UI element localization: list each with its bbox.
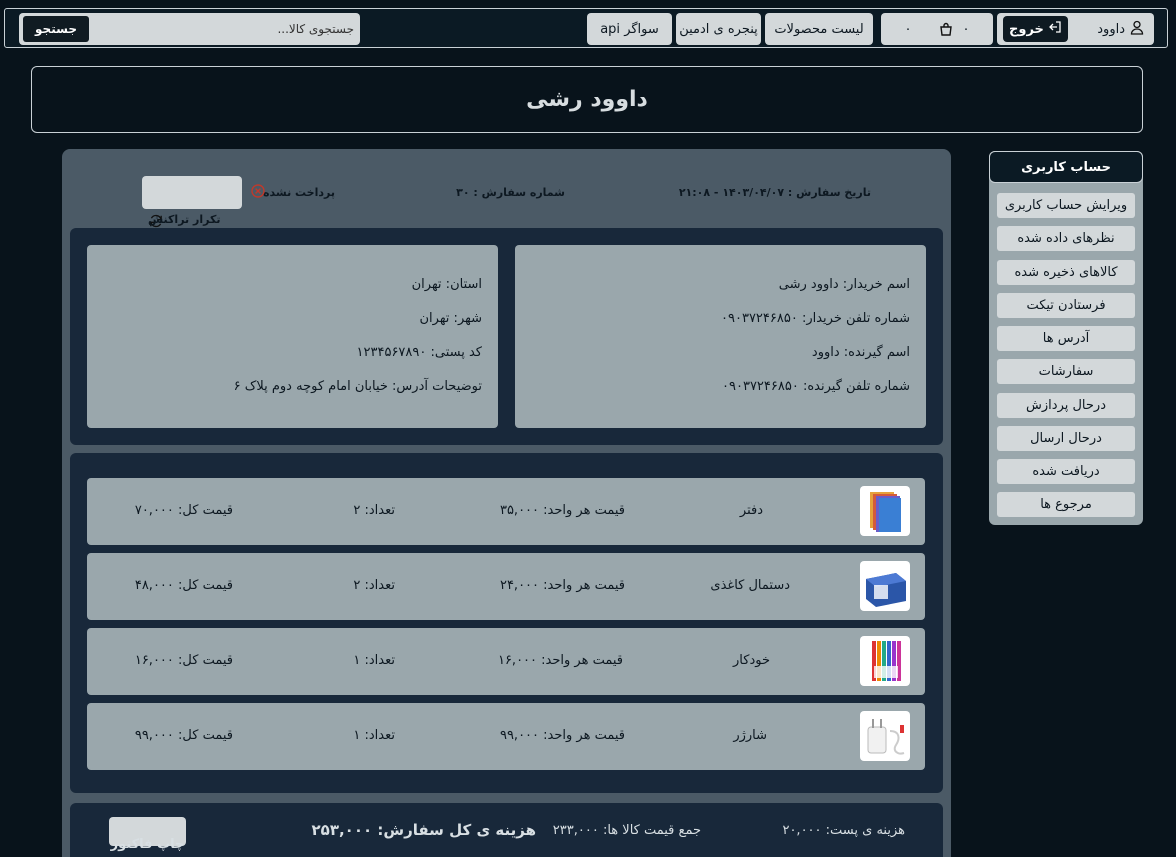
sidebar-item-processing[interactable]: درحال پردازش (997, 393, 1135, 418)
repeat-transaction-label: تکرار تراکنش (148, 213, 221, 226)
swagger-button[interactable]: سواگر api (587, 13, 672, 45)
address-province: استان: تهران (411, 277, 482, 292)
item-total: قیمت کل: ۴۸,۰۰۰ (134, 578, 233, 593)
user-icon (1130, 20, 1144, 39)
cart-icon: ۰ (939, 21, 970, 37)
user-menu: خروج داوود (997, 13, 1154, 45)
order-item-row: خودکار قیمت هر واحد: ۱۶,۰۰۰ تعداد: ۱ قیم… (87, 628, 925, 695)
buyer-name: اسم خریدار: داوود رشی (778, 277, 910, 292)
username-display[interactable]: داوود (1097, 20, 1148, 39)
logout-icon (1048, 20, 1062, 38)
item-unit-price: قیمت هر واحد: ۲۴,۰۰۰ (499, 578, 625, 593)
logout-button[interactable]: خروج (1003, 16, 1068, 42)
order-number: شماره سفارش : ۳۰ (456, 186, 565, 199)
order-items-section: دفتر قیمت هر واحد: ۳۵,۰۰۰ تعداد: ۲ قیمت … (70, 453, 943, 793)
address-section: اسم خریدار: داوود رشی شماره تلفن خریدار:… (70, 228, 943, 445)
sidebar-item-edit-account[interactable]: ویرایش حساب کاربری (997, 193, 1135, 218)
products-list-label: لیست محصولات (774, 21, 864, 37)
print-invoice-button[interactable]: چاپ فاکتور (109, 817, 186, 852)
buyer-phone: شماره تلفن خریدار: ۰۹۰۳۷۲۴۶۸۵۰ (721, 311, 910, 326)
cart-count-left: ۰ (904, 21, 912, 37)
item-name: شارژر (733, 728, 767, 743)
item-total: قیمت کل: ۱۶,۰۰۰ (134, 653, 233, 668)
profile-header: داوود رشی (31, 66, 1143, 133)
order-item-row: دستمال کاغذی قیمت هر واحد: ۲۴,۰۰۰ تعداد:… (87, 553, 925, 620)
sidebar-item-returns[interactable]: مرجوع ها (997, 492, 1135, 517)
order-item-row: دفتر قیمت هر واحد: ۳۵,۰۰۰ تعداد: ۲ قیمت … (87, 478, 925, 545)
close-circle-icon (251, 184, 265, 198)
logout-label: خروج (1009, 21, 1044, 37)
order-details-panel: تاریخ سفارش : ۱۴۰۳/۰۴/۰۷ - ۲۱:۰۸ شماره س… (62, 149, 951, 857)
order-totals-bar: هزینه ی پست: ۲۰,۰۰۰ جمع قیمت کالا ها: ۲۳… (70, 803, 943, 857)
item-quantity: تعداد: ۱ (353, 728, 395, 743)
item-unit-price: قیمت هر واحد: ۳۵,۰۰۰ (499, 503, 625, 518)
sidebar-item-saved-products[interactable]: کالاهای ذخیره شده (997, 260, 1135, 285)
sidebar-item-delivered[interactable]: دریافت شده (997, 459, 1135, 484)
print-invoice-label: چاپ فاکتور (110, 837, 185, 852)
receiver-name: اسم گیرنده: داوود (811, 345, 910, 360)
payment-status: پرداخت نشده (263, 186, 335, 199)
repeat-transaction-button[interactable]: تکرار تراکنش (142, 176, 242, 228)
top-navbar: جستجو سواگر api پنجره ی ادمین لیست محصول… (4, 8, 1168, 48)
charger-image[interactable] (860, 711, 910, 761)
order-item-row: شارژر قیمت هر واحد: ۹۹,۰۰۰ تعداد: ۱ قیمت… (87, 703, 925, 770)
address-card: استان: تهران شهر: تهران کد پستی: ۱۲۳۴۵۶۷… (87, 245, 498, 428)
search-button[interactable]: جستجو (23, 16, 89, 42)
item-total: قیمت کل: ۷۰,۰۰۰ (134, 503, 233, 518)
tissue-image[interactable] (860, 561, 910, 611)
search-bar: جستجو (19, 13, 360, 45)
pens-image[interactable] (860, 636, 910, 686)
item-quantity: تعداد: ۲ (353, 578, 395, 593)
buyer-card: اسم خریدار: داوود رشی شماره تلفن خریدار:… (515, 245, 926, 428)
sidebar-item-orders[interactable]: سفارشات (997, 359, 1135, 384)
notebook-image[interactable] (860, 486, 910, 536)
item-name: دفتر (739, 503, 763, 518)
swagger-label: سواگر api (600, 21, 659, 37)
grand-total: هزینه ی کل سفارش: ۲۵۳,۰۰۰ (311, 821, 536, 839)
admin-panel-label: پنجره ی ادمین (679, 21, 758, 37)
receiver-phone: شماره تلفن گیرنده: ۰۹۰۳۷۲۴۶۸۵۰ (722, 379, 910, 394)
shipping-cost: هزینه ی پست: ۲۰,۰۰۰ (782, 823, 905, 838)
sidebar-item-comments[interactable]: نظرهای داده شده (997, 226, 1135, 251)
address-postal: کد پستی: ۱۲۳۴۵۶۷۸۹۰ (356, 345, 482, 360)
cart-count-right: ۰ (962, 21, 970, 37)
username-label: داوود (1097, 21, 1125, 37)
products-list-button[interactable]: لیست محصولات (765, 13, 873, 45)
sidebar-item-send-ticket[interactable]: فرستادن تیکت (997, 293, 1135, 318)
cart-widget[interactable]: ۰ ۰ (881, 13, 993, 45)
item-total: قیمت کل: ۹۹,۰۰۰ (134, 728, 233, 743)
order-date: تاریخ سفارش : ۱۴۰۳/۰۴/۰۷ - ۲۱:۰۸ (678, 186, 871, 199)
sidebar-item-addresses[interactable]: آدرس ها (997, 326, 1135, 351)
address-details: توضیحات آدرس: خیابان امام کوچه دوم پلاک … (233, 379, 482, 394)
sidebar-item-shipping[interactable]: درحال ارسال (997, 426, 1135, 451)
item-unit-price: قیمت هر واحد: ۹۹,۰۰۰ (499, 728, 625, 743)
items-sum: جمع قیمت کالا ها: ۲۳۳,۰۰۰ (552, 823, 701, 838)
page-title: داوود رشی (526, 87, 648, 112)
sidebar-title: حساب کاربری (989, 151, 1143, 183)
item-quantity: تعداد: ۱ (353, 653, 395, 668)
account-sidebar: حساب کاربری ویرایش حساب کاربری نظرهای دا… (989, 151, 1143, 525)
order-info-bar: تاریخ سفارش : ۱۴۰۳/۰۴/۰۷ - ۲۱:۰۸ شماره س… (62, 149, 951, 229)
admin-panel-button[interactable]: پنجره ی ادمین (676, 13, 761, 45)
address-city: شهر: تهران (419, 311, 482, 326)
item-name: دستمال کاغذی (710, 578, 790, 593)
item-name: خودکار (733, 653, 770, 668)
search-input[interactable] (89, 16, 360, 42)
item-quantity: تعداد: ۲ (353, 503, 395, 518)
item-unit-price: قیمت هر واحد: ۱۶,۰۰۰ (497, 653, 623, 668)
